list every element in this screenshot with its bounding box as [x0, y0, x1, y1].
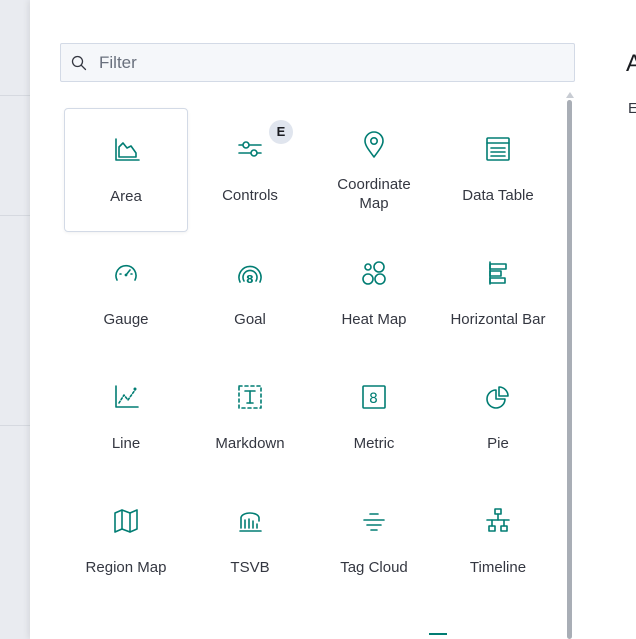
line-chart-icon — [111, 382, 141, 412]
tile-label: TSVB — [230, 559, 270, 576]
tile-label: Timeline — [469, 559, 527, 576]
controls-icon — [235, 134, 265, 164]
tile-coordinate-map[interactable]: Coordinate Map — [312, 108, 436, 232]
tile-metric[interactable]: 8 Metric — [312, 356, 436, 480]
tile-gauge[interactable]: Gauge — [64, 232, 188, 356]
svg-text:8: 8 — [369, 391, 378, 407]
tile-label-line: Map — [359, 195, 389, 212]
tile-label: Controls — [222, 187, 278, 204]
tile-label: Line — [111, 435, 141, 452]
tile-pie[interactable]: Pie — [436, 356, 560, 480]
tile-label: Markdown — [215, 435, 285, 452]
side-panel-title: A — [626, 50, 636, 77]
timeline-icon — [483, 506, 513, 536]
tile-timeline[interactable]: Timeline — [436, 480, 560, 604]
tile-markdown[interactable]: Markdown — [188, 356, 312, 480]
tsvb-icon — [235, 506, 265, 536]
horizontal-bar-icon — [483, 258, 513, 288]
backdrop-divider — [0, 215, 30, 216]
tile-label: Metric — [353, 435, 395, 452]
next-row-icon-partial — [429, 633, 447, 639]
filter-input[interactable] — [99, 44, 559, 81]
tile-line[interactable]: Line — [64, 356, 188, 480]
tile-label: Goal — [234, 311, 266, 328]
tile-label: Tag Cloud — [340, 559, 408, 576]
tile-heat-map[interactable]: Heat Map — [312, 232, 436, 356]
area-chart-icon — [112, 135, 142, 165]
search-icon — [71, 55, 87, 71]
scroll-up-arrow[interactable] — [566, 92, 574, 98]
tile-controls[interactable]: Controls — [188, 108, 312, 232]
side-panel-text: E — [628, 100, 636, 117]
tile-tag-cloud[interactable]: Tag Cloud — [312, 480, 436, 604]
experimental-badge: E — [269, 120, 293, 144]
region-map-icon — [111, 506, 141, 536]
gauge-icon — [111, 258, 141, 288]
tile-label: Area — [110, 188, 142, 205]
tile-horizontal-bar[interactable]: Horizontal Bar — [436, 232, 560, 356]
tile-label: Data Table — [462, 187, 534, 204]
tile-label: Coordinate Map — [312, 175, 436, 213]
metric-icon: 8 — [359, 382, 389, 412]
goal-icon: 8 — [235, 258, 265, 288]
pie-chart-icon — [483, 382, 513, 412]
tile-label: Heat Map — [341, 311, 407, 328]
tile-data-table[interactable]: Data Table — [436, 108, 560, 232]
tile-tsvb[interactable]: TSVB — [188, 480, 312, 604]
map-pin-icon — [359, 130, 389, 160]
tag-cloud-icon — [359, 506, 389, 536]
tile-label-line: Coordinate — [337, 176, 411, 193]
filter-search-box[interactable] — [60, 43, 575, 82]
scrollbar[interactable] — [566, 92, 574, 639]
backdrop-divider — [0, 95, 30, 96]
table-icon — [483, 134, 513, 164]
tile-label: Region Map — [85, 559, 167, 576]
tile-label: Gauge — [103, 311, 149, 328]
tile-label: Horizontal Bar — [450, 311, 546, 328]
tile-area[interactable]: Area — [64, 108, 188, 232]
tile-goal[interactable]: 8 Goal — [188, 232, 312, 356]
heatmap-icon — [359, 258, 389, 288]
new-visualization-modal: Area Controls Coordinate — [30, 0, 636, 639]
tile-region-map[interactable]: Region Map — [64, 480, 188, 604]
tile-label: Pie — [487, 435, 509, 452]
backdrop-divider — [0, 425, 30, 426]
markdown-icon — [235, 382, 265, 412]
scrollbar-thumb[interactable] — [567, 100, 572, 639]
svg-text:8: 8 — [246, 273, 254, 286]
